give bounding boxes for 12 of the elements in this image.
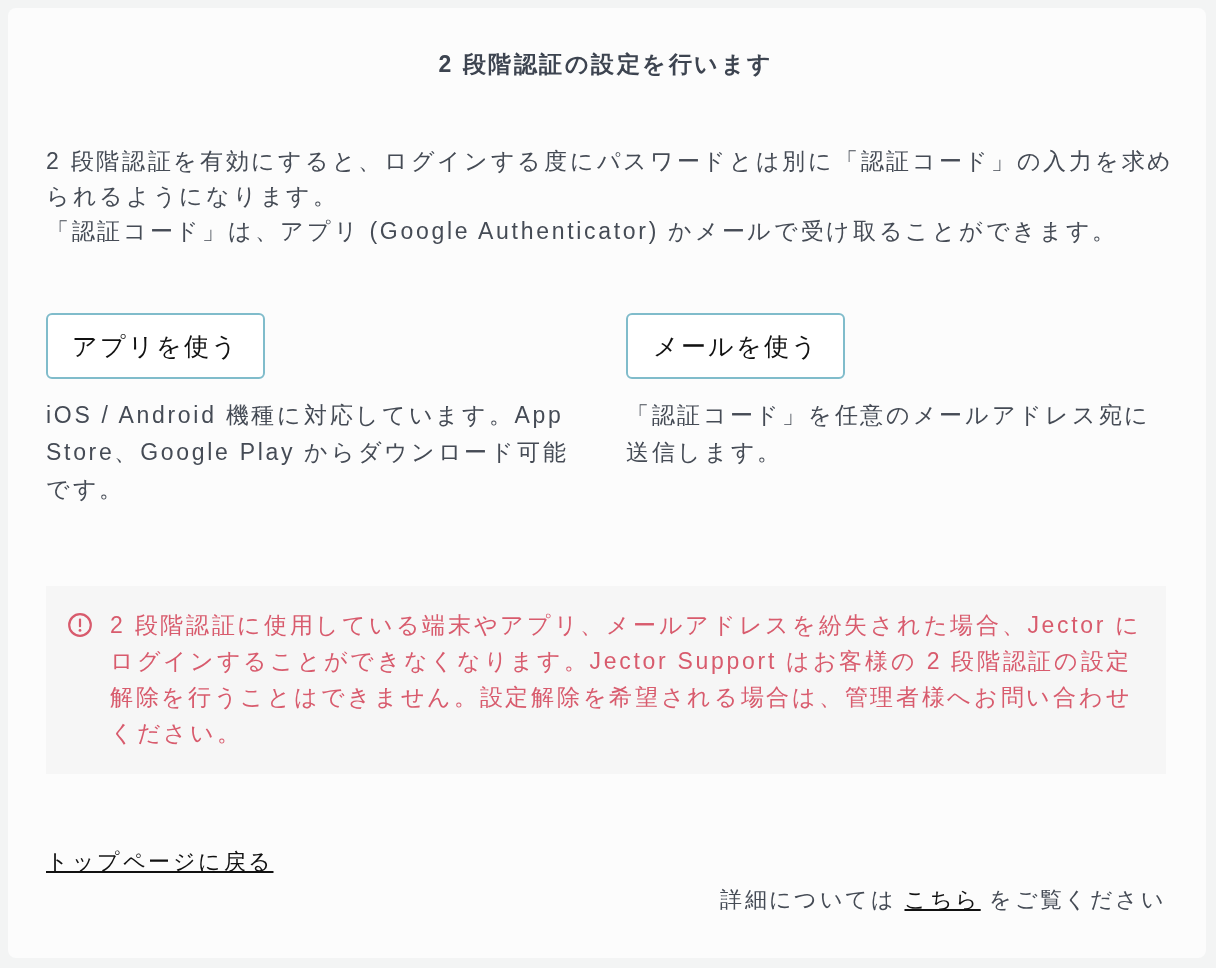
back-to-top-link[interactable]: トップページに戻る — [46, 846, 274, 878]
method-description: 「認証コード」を任意のメールアドレス宛に送信します。 — [626, 401, 1152, 467]
method-description: iOS / Android 機種に対応しています。App Store、Google Play からダウンロード可能です。 — [46, 401, 570, 504]
method-button[interactable]: メールを使う — [626, 313, 845, 379]
warning-text: 2 段階認証に使用している端末やアプリ、メールアドレスを紛失された場合、Jector にログインすることができなくなります。Jector Support はお客様の 2 段階認証の設定解除を行うことはできません。設定解除を希望される場合は、管理者様へお問い合わせください。 — [110, 611, 1143, 748]
intro-text: 2 段階認証を有効にすると、ログインする度にパスワードとは別に「認証コード」の入力を求められるようになります。 — [46, 147, 1175, 211]
warning-icon — [68, 613, 92, 637]
details-note: 詳細については こちら をご覧ください — [720, 886, 1166, 914]
page-title: 2 段階認証の設定を行います — [437, 50, 775, 79]
intro-text: 「認証コード」は、アプリ (Google Authenticator) かメールで受け取ることができます。 — [46, 217, 1119, 246]
method-button[interactable]: アプリを使う — [46, 313, 265, 379]
details-link[interactable]: こちら — [904, 887, 981, 912]
